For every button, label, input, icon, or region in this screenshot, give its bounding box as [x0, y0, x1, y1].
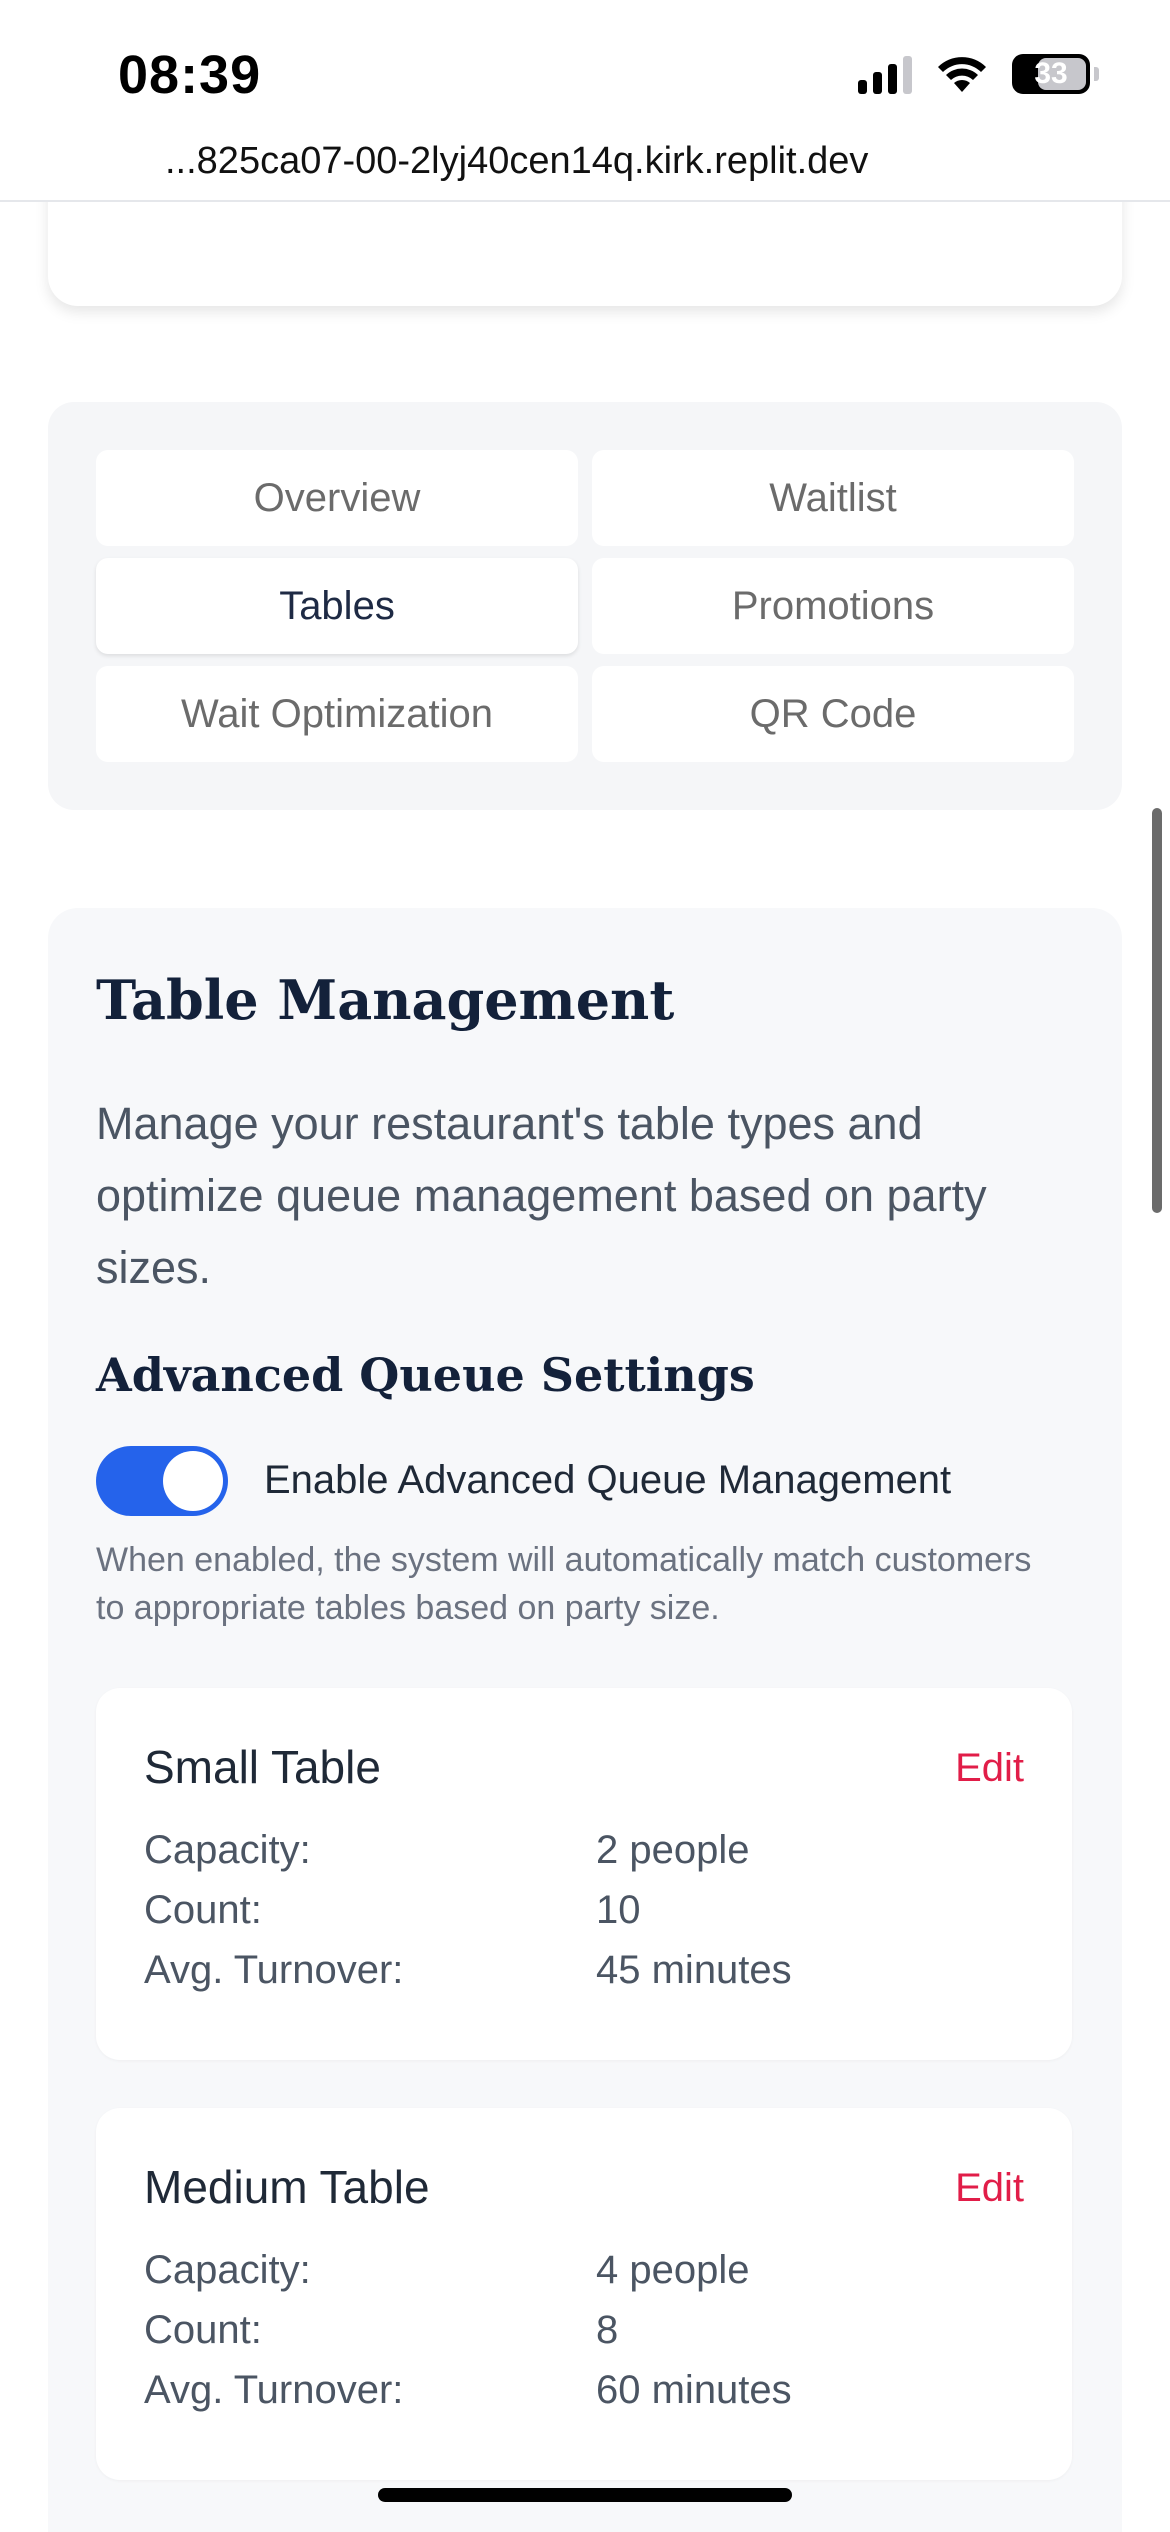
status-icons: 33: [858, 54, 1099, 94]
toggle-knob: [163, 1451, 223, 1511]
turnover-label: Avg. Turnover:: [144, 2368, 404, 2412]
turnover-value: 45 minutes: [596, 1948, 792, 1992]
cellular-signal-icon: [858, 54, 912, 94]
status-time: 08:39: [118, 45, 262, 105]
tab-overview[interactable]: Overview: [96, 450, 578, 546]
page-scrollbar[interactable]: [1152, 808, 1162, 1213]
edit-table-button[interactable]: Edit: [955, 2166, 1024, 2211]
count-value: 10: [596, 1888, 641, 1932]
capacity-value: 2 people: [596, 1828, 750, 1872]
tab-qr-code[interactable]: QR Code: [592, 666, 1074, 762]
count-value: 8: [596, 2308, 619, 2352]
advanced-queue-help-text: When enabled, the system will automatica…: [96, 1541, 1032, 1627]
battery-icon: 33: [1012, 54, 1099, 94]
capacity-label: Capacity:: [144, 2248, 311, 2292]
turnover-label: Avg. Turnover:: [144, 1948, 404, 1992]
tab-panel: Overview Waitlist Tables Promotions Wait…: [48, 402, 1122, 810]
status-bar: 08:39 33: [0, 0, 1170, 140]
wifi-icon: [938, 57, 986, 92]
battery-level: 33: [1034, 57, 1068, 90]
table-card-title: Small Table: [144, 1741, 381, 1793]
browser-url-bar[interactable]: ...825ca07-00-2lyj40cen14q.kirk.replit.d…: [0, 140, 1170, 202]
turnover-value: 60 minutes: [596, 2368, 792, 2412]
tab-wait-optimization[interactable]: Wait Optimization: [96, 666, 578, 762]
home-indicator[interactable]: [378, 2488, 792, 2502]
edit-table-button[interactable]: Edit: [955, 1746, 1024, 1791]
advanced-settings-title: Advanced Queue Settings: [96, 1348, 755, 1402]
tab-waitlist[interactable]: Waitlist: [592, 450, 1074, 546]
count-label: Count:: [144, 1888, 262, 1932]
url-text: ...825ca07-00-2lyj40cen14q.kirk.replit.d…: [165, 140, 869, 182]
table-card-small: Small Table Edit Capacity: 2 people Coun…: [96, 1688, 1072, 2060]
advanced-queue-toggle[interactable]: [96, 1446, 228, 1516]
page: 08:39 33 ...825ca07-00-2lyj40cen14q.kirk…: [0, 0, 1170, 2532]
capacity-label: Capacity:: [144, 1828, 311, 1872]
tab-promotions[interactable]: Promotions: [592, 558, 1074, 654]
tab-tables[interactable]: Tables: [96, 558, 578, 654]
count-label: Count:: [144, 2308, 262, 2352]
advanced-queue-toggle-label: Enable Advanced Queue Management: [264, 1458, 952, 1502]
table-card-title: Medium Table: [144, 2161, 430, 2213]
section-title: Table Management: [96, 968, 675, 1032]
table-management-section: Table Management Manage your restaurant'…: [48, 908, 1122, 2532]
capacity-value: 4 people: [596, 2248, 750, 2292]
section-description: Manage your restaurant's table types and…: [96, 1098, 987, 1293]
table-card-medium: Medium Table Edit Capacity: 4 people Cou…: [96, 2108, 1072, 2480]
